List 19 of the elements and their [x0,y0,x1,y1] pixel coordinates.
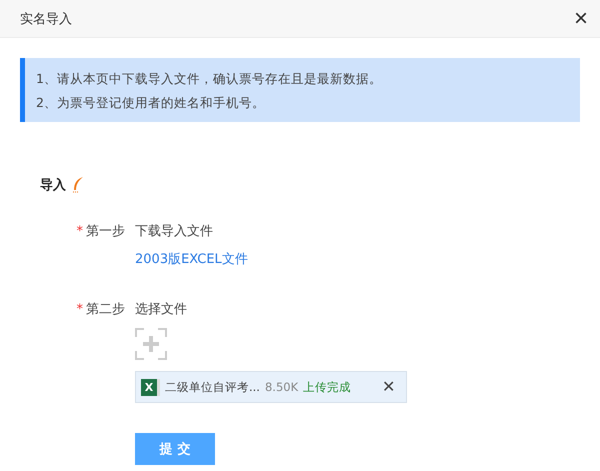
file-name: 二级单位自评考... [165,380,260,394]
window-title: 实名导入 [20,10,72,28]
download-link[interactable]: 2003版EXCEL文件 [135,252,248,267]
feather-icon [72,177,84,193]
step-label: 第二步 [86,301,125,318]
remove-button[interactable]: ✕ [376,377,401,397]
required-mark: * [76,224,83,238]
notice-text: 1、请从本页中下载导入文件，确认票号存在且是最新数据。 [36,70,383,88]
file-size: 8.50K [264,380,298,394]
upload-status: 上传完成 [303,380,352,394]
close-button[interactable]: × [574,6,588,30]
step-title: 下载导入文件 [135,223,214,240]
notice-text: 2、为票号登记使用者的姓名和手机号。 [36,94,266,112]
required-mark: * [76,302,83,316]
step-label: 第一步 [86,223,125,240]
add-file-icon[interactable] [135,328,167,360]
excel-icon: X [141,378,160,396]
step-title: 选择文件 [135,301,188,318]
section-title: 导入 [40,176,66,194]
